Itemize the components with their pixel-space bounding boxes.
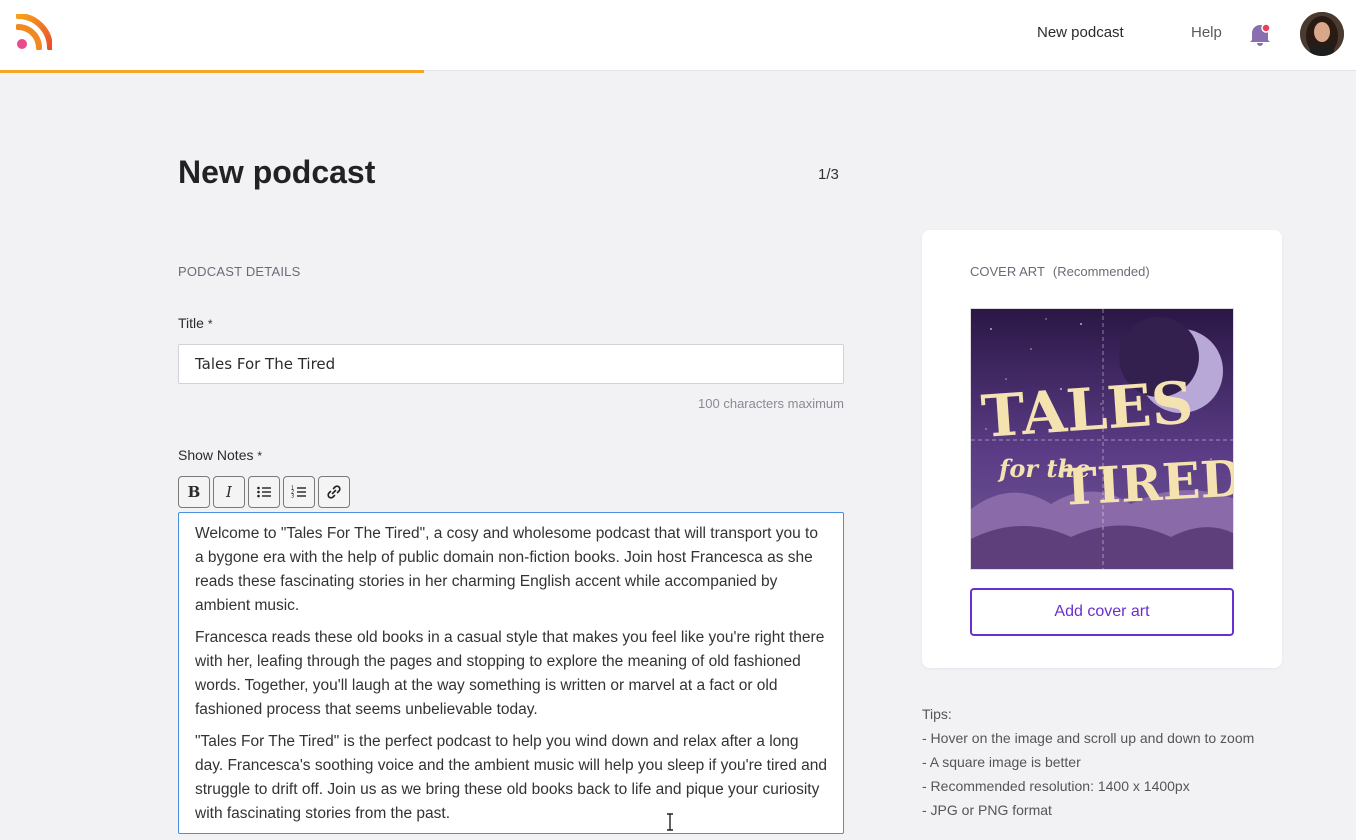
- page-title: New podcast: [178, 154, 376, 190]
- notes-paragraph: "Tales For The Tired" is the perfect pod…: [195, 733, 827, 822]
- section-label-podcast-details: PODCAST DETAILS: [178, 264, 301, 279]
- bold-icon: B: [187, 483, 201, 501]
- italic-icon: I: [226, 483, 232, 501]
- cover-art-card: COVER ART (Recommended) TALES for the TI…: [922, 230, 1282, 668]
- tip-item: - JPG or PNG format: [922, 802, 1052, 818]
- text-cursor-icon: [667, 813, 673, 831]
- step-indicator: 1/3: [818, 166, 839, 183]
- title-hint: 100 characters maximum: [698, 396, 844, 411]
- cover-art-label: COVER ART (Recommended): [970, 264, 1150, 279]
- rss-logo-icon[interactable]: [16, 14, 52, 50]
- tips-heading: Tips:: [922, 706, 952, 722]
- cover-art-illustration: TALES for the TIRED: [971, 309, 1234, 569]
- tip-item: - A square image is better: [922, 754, 1081, 770]
- svg-text:3: 3: [291, 494, 294, 500]
- add-cover-art-button[interactable]: Add cover art: [970, 588, 1234, 636]
- title-input[interactable]: [178, 344, 844, 384]
- user-avatar[interactable]: [1300, 12, 1344, 56]
- show-notes-editor[interactable]: Welcome to "Tales For The Tired", a cosy…: [178, 512, 844, 834]
- bullet-list-icon: [257, 486, 271, 498]
- tips-panel: Tips: - Hover on the image and scroll up…: [922, 702, 1254, 822]
- nav-new-podcast-link[interactable]: New podcast: [1037, 24, 1124, 41]
- progress-bar: [0, 70, 424, 73]
- italic-button[interactable]: I: [213, 476, 245, 508]
- required-mark: *: [207, 317, 213, 331]
- tip-item: - Hover on the image and scroll up and d…: [922, 730, 1255, 746]
- editor-toolbar: B I 1 2 3: [178, 476, 350, 508]
- top-bar: New podcast Help: [0, 0, 1356, 71]
- bullet-list-button[interactable]: [248, 476, 280, 508]
- show-notes-label: Show Notes *: [178, 447, 263, 463]
- bold-button[interactable]: B: [178, 476, 210, 508]
- tip-item: - Recommended resolution: 1400 x 1400px: [922, 778, 1190, 794]
- notes-paragraph: Welcome to "Tales For The Tired", a cosy…: [195, 525, 818, 614]
- nav-help-link[interactable]: Help: [1191, 24, 1222, 41]
- notification-bell-icon[interactable]: [1247, 21, 1273, 47]
- notes-paragraph: Francesca reads these old books in a cas…: [195, 629, 825, 718]
- title-label: Title *: [178, 315, 213, 331]
- link-button[interactable]: [318, 476, 350, 508]
- cover-art-image[interactable]: TALES for the TIRED: [970, 308, 1234, 570]
- link-icon: [327, 485, 341, 499]
- required-mark: *: [257, 449, 263, 463]
- cover-art-text-tired: TIRED: [1059, 448, 1234, 517]
- numbered-list-icon: 1 2 3: [291, 486, 306, 500]
- numbered-list-button[interactable]: 1 2 3: [283, 476, 315, 508]
